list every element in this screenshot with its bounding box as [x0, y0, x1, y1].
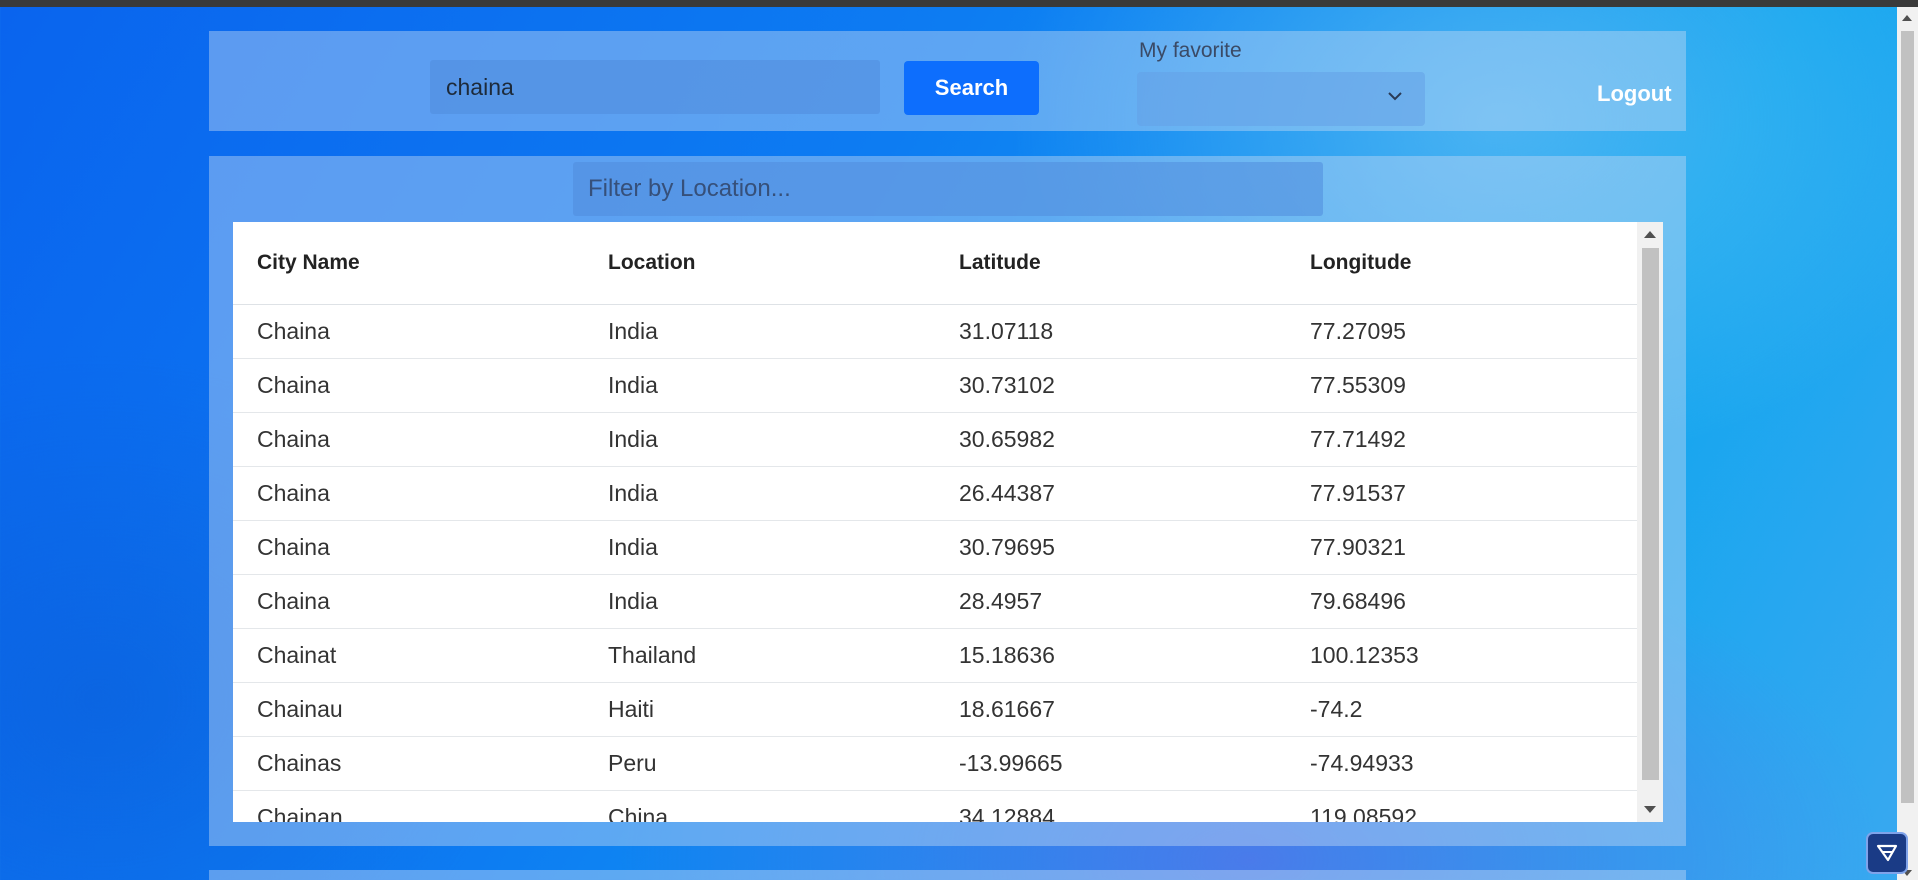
cell-longitude: 77.91537	[1310, 480, 1406, 506]
cell-longitude: 77.27095	[1310, 318, 1406, 344]
table-row[interactable]: Chaina India 31.07118 77.27095	[233, 305, 1637, 359]
cell-location: India	[608, 480, 658, 506]
cell-location: China	[608, 804, 669, 822]
page-scrollbar-thumb[interactable]	[1901, 31, 1914, 803]
cell-latitude: 30.65982	[959, 426, 1055, 452]
cell-location: Peru	[608, 750, 657, 776]
table-row[interactable]: Chaina India 30.65982 77.71492	[233, 413, 1637, 467]
table-header-row: City Name Location Latitude Longitude	[233, 222, 1637, 305]
scroll-up-arrow-icon[interactable]	[1644, 231, 1656, 238]
table-row[interactable]: Chainas Peru -13.99665 -74.94933	[233, 737, 1637, 791]
cell-location: Thailand	[608, 642, 697, 668]
table-row[interactable]: Chaina India 26.44387 77.91537	[233, 467, 1637, 521]
cell-latitude: 28.4957	[959, 588, 1043, 614]
cell-latitude: 34.12884	[959, 804, 1055, 822]
scrollbar-thumb[interactable]	[1642, 248, 1659, 780]
cell-location: India	[608, 318, 658, 344]
cell-location: India	[608, 426, 658, 452]
cell-longitude: 77.90321	[1310, 534, 1406, 560]
cell-longitude: 100.12353	[1310, 642, 1419, 668]
cell-longitude: 79.68496	[1310, 588, 1406, 614]
extension-badge-icon[interactable]	[1866, 832, 1908, 874]
cell-location: India	[608, 372, 658, 398]
table-body: City Name Location Latitude Longitude Ch…	[233, 222, 1637, 822]
cell-location: India	[608, 534, 658, 560]
column-header-longitude[interactable]: Longitude	[1286, 251, 1637, 275]
cell-latitude: 31.07118	[959, 318, 1054, 344]
cell-city-name: Chaina	[257, 534, 330, 560]
cell-latitude: 18.61667	[959, 696, 1055, 722]
logout-link[interactable]: Logout	[1597, 81, 1672, 107]
table-row[interactable]: Chaina India 28.4957 79.68496	[233, 575, 1637, 629]
cell-latitude: 15.18636	[959, 642, 1055, 668]
table-row[interactable]: Chaina India 30.73102 77.55309	[233, 359, 1637, 413]
column-header-location[interactable]: Location	[584, 251, 935, 275]
filter-location-input[interactable]: Filter by Location...	[573, 162, 1323, 216]
cell-longitude: 77.71492	[1310, 426, 1406, 452]
browser-top-strip	[0, 0, 1918, 7]
table-row[interactable]: Chaina India 30.79695 77.90321	[233, 521, 1637, 575]
search-button[interactable]: Search	[904, 61, 1039, 115]
cell-location: Haiti	[608, 696, 655, 722]
scroll-down-arrow-icon[interactable]	[1644, 806, 1656, 813]
page-scroll-up-icon[interactable]	[1902, 15, 1912, 21]
cell-longitude: -74.94933	[1310, 750, 1414, 776]
cell-city-name: Chainan	[257, 804, 343, 822]
cell-longitude: -74.2	[1310, 696, 1363, 722]
results-table: City Name Location Latitude Longitude Ch…	[233, 222, 1663, 822]
cell-city-name: Chainau	[257, 696, 343, 722]
bottom-panel	[209, 870, 1686, 880]
favorite-select[interactable]	[1137, 72, 1425, 126]
cell-city-name: Chaina	[257, 372, 330, 398]
table-row[interactable]: Chainan China 34.12884 119.08592	[233, 791, 1637, 822]
search-input[interactable]: chaina	[430, 60, 880, 114]
cell-city-name: Chaina	[257, 480, 330, 506]
cell-longitude: 77.55309	[1310, 372, 1406, 398]
table-row[interactable]: Chainau Haiti 18.61667 -74.2	[233, 683, 1637, 737]
table-scrollbar[interactable]	[1637, 222, 1663, 822]
cell-city-name: Chaina	[257, 588, 330, 614]
cell-latitude: -13.99665	[959, 750, 1063, 776]
cell-city-name: Chainas	[257, 750, 342, 776]
logo-icon	[1876, 844, 1898, 862]
cell-latitude: 26.44387	[959, 480, 1055, 506]
favorite-label: My favorite	[1139, 39, 1242, 62]
cell-city-name: Chaina	[257, 426, 330, 452]
cell-latitude: 30.79695	[959, 534, 1055, 560]
column-header-city-name[interactable]: City Name	[233, 251, 584, 275]
cell-city-name: Chainat	[257, 642, 337, 668]
cell-latitude: 30.73102	[959, 372, 1055, 398]
table-row[interactable]: Chainat Thailand 15.18636 100.12353	[233, 629, 1637, 683]
cell-city-name: Chaina	[257, 318, 330, 344]
cell-location: India	[608, 588, 658, 614]
cell-longitude: 119.08592	[1310, 804, 1418, 822]
page-scrollbar[interactable]	[1897, 7, 1918, 880]
column-header-latitude[interactable]: Latitude	[935, 251, 1286, 275]
chevron-down-icon	[1388, 92, 1402, 101]
